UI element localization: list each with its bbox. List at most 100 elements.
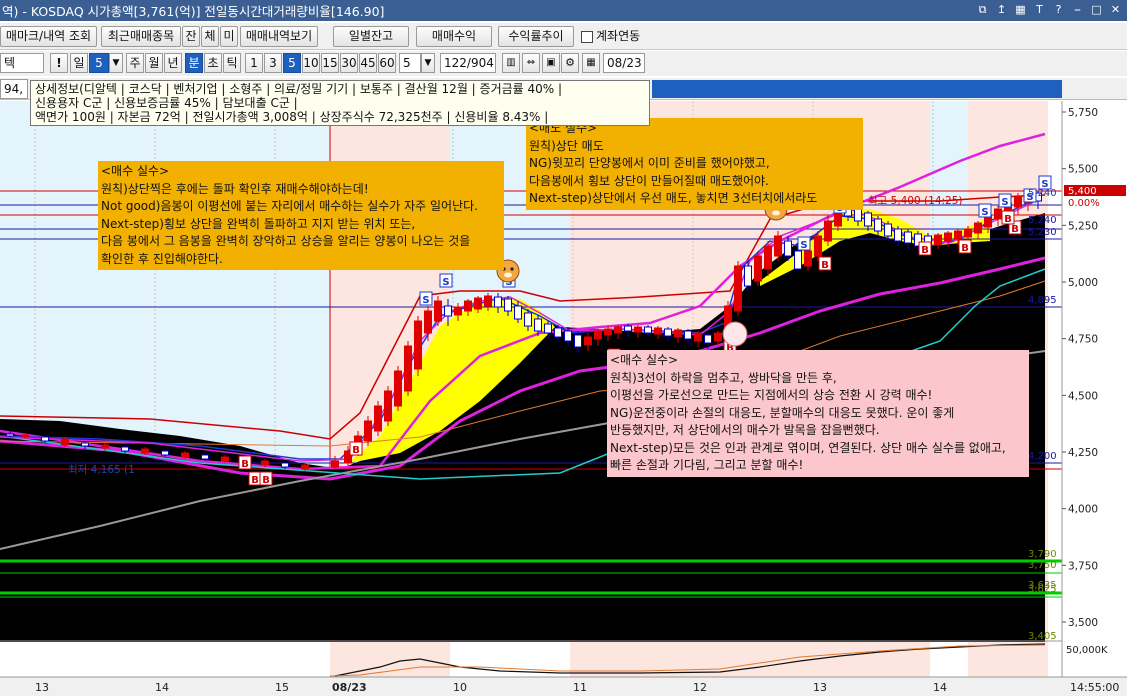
period-second-button[interactable]: 초 [204, 53, 222, 73]
minute-30-button[interactable]: 30 [340, 53, 358, 73]
return-trend-button[interactable]: 수익률추이 [498, 26, 574, 47]
period-dropdown-icon[interactable]: ▼ [109, 53, 123, 73]
balance-button[interactable]: 잔 [182, 26, 200, 47]
candle-body [704, 334, 712, 344]
code-field[interactable]: 94, [0, 79, 28, 99]
calendar-icon[interactable]: ▦ [582, 53, 600, 73]
candle-body [101, 444, 109, 449]
symbol-input[interactable]: 텍 [0, 53, 44, 73]
layout-icon[interactable]: ▦ [1013, 2, 1028, 17]
trade-profit-button[interactable]: 매매수익 [416, 26, 492, 47]
minute-60-button[interactable]: 60 [378, 53, 396, 73]
price-tag: 5,400 [1068, 186, 1097, 197]
window-controls: ⧉ ↥ ▦ T ? ⎯ □ ✕ [975, 2, 1123, 17]
candle-body [141, 448, 149, 454]
candle-body [734, 265, 742, 312]
count-input[interactable]: 5 [399, 53, 421, 73]
period-day-button[interactable]: 일 [70, 53, 88, 73]
volume-zone [330, 642, 450, 677]
x-tick-label: 12 [693, 681, 707, 694]
candle-body [514, 305, 522, 320]
y-tick-label: 5,000 [1068, 277, 1098, 289]
recent-stocks-button[interactable]: 최근매매종목 [101, 26, 181, 47]
candle-body [814, 235, 822, 257]
period-week-button[interactable]: 주 [126, 53, 144, 73]
buy-mistake-note-1: <매수 실수> 원칙)상단찍은 후에는 돌파 확인후 재매수해야하는데! Not… [98, 161, 504, 270]
zoom-icon[interactable]: ⇔ [522, 53, 540, 73]
level-label: 4,200 [1028, 451, 1057, 462]
trade-history-button[interactable]: 매매내역보기 [240, 26, 318, 47]
x-tick-label: 11 [573, 681, 587, 694]
font-icon[interactable]: T [1032, 2, 1047, 17]
level-label: 3,405 [1028, 631, 1057, 642]
period-minute-button[interactable]: 분 [185, 53, 203, 73]
order-toolbar: 매마크/내역 조회 최근매매종목 잔 체 미 매매내역보기 일별잔고 매매수익 … [0, 23, 1127, 50]
candle-body [714, 332, 722, 342]
candle-body [364, 420, 372, 442]
minute-3-button[interactable]: 3 [264, 53, 282, 73]
trade-mark-query-button[interactable]: 매마크/내역 조회 [0, 26, 97, 47]
minute-15-button[interactable]: 15 [321, 53, 339, 73]
y-tick-label: 4,750 [1068, 334, 1098, 346]
period-value[interactable]: 5 [89, 53, 109, 73]
candle-body [804, 250, 812, 267]
bear-sticker-icon-snout [772, 210, 780, 216]
sell-marker-label: S [981, 207, 988, 218]
candle-body [414, 320, 422, 370]
minute-10-button[interactable]: 10 [302, 53, 320, 73]
y-tick-label: 4,500 [1068, 390, 1098, 402]
candle-body [654, 327, 662, 335]
window-title: 역) - KOSDAQ 시가총액[3,761(억)] 전일동시간대거래량비율[1… [2, 4, 385, 19]
sell-marker-label: S [442, 277, 449, 288]
save-icon[interactable]: ▣ [542, 53, 560, 73]
candle-body [301, 464, 309, 470]
candle-body [281, 462, 289, 468]
period-month-button[interactable]: 월 [145, 53, 163, 73]
time-axis [0, 677, 1127, 696]
period-year-button[interactable]: 년 [164, 53, 182, 73]
level-label: 5,230 [1028, 227, 1057, 238]
maximize-icon[interactable]: □ [1089, 2, 1104, 17]
minute-45-button[interactable]: 45 [359, 53, 377, 73]
pin-icon[interactable]: ↥ [994, 2, 1009, 17]
note-line: Next-step)횡보 상단을 완벽히 돌파하고 지지 받는 위치 또는, [101, 216, 416, 231]
close-icon[interactable]: ✕ [1108, 2, 1123, 17]
filled-button[interactable]: 체 [201, 26, 219, 47]
date-input[interactable]: 08/23 [603, 53, 645, 73]
settings-icon[interactable]: ⚙ [561, 53, 579, 73]
candle-body [664, 328, 672, 337]
volume-scale-label: 50,000K [1066, 645, 1108, 656]
candle-body [494, 296, 502, 308]
chart-toolbar: 텍 ! 일 5 ▼ 주 월 년 분 초 틱 1 3 5 10 15 30 45 … [0, 51, 1127, 76]
candle-body [954, 230, 962, 240]
candle-body [524, 312, 532, 327]
candle-body [374, 405, 382, 432]
candle-body [694, 332, 702, 342]
note-line: 이평선을 가로선으로 만드는 지점에서의 상승 전환 시 강력 매수! [610, 388, 933, 402]
bear-sticker-icon-eye [510, 267, 514, 271]
level-label: 3,790 [1028, 549, 1057, 560]
help-icon[interactable]: ? [1051, 2, 1066, 17]
candle-body [404, 345, 412, 392]
unfilled-button[interactable]: 미 [220, 26, 238, 47]
y-tick-label: 3,500 [1068, 617, 1098, 629]
y-tick-label: 5,500 [1068, 164, 1098, 176]
candle-body [464, 300, 472, 312]
sell-marker-label: S [800, 240, 807, 251]
candle-body [674, 329, 682, 338]
candle-body [221, 456, 229, 462]
daily-balance-button[interactable]: 일별잔고 [333, 26, 409, 47]
chart-type-icon[interactable]: ▥ [502, 53, 520, 73]
x-tick-label: 13 [813, 681, 827, 694]
buy-marker-label: B [262, 475, 270, 486]
count-dropdown-icon[interactable]: ▼ [421, 53, 435, 73]
minute-5-button[interactable]: 5 [283, 53, 301, 73]
minimize-icon[interactable]: ⎯ [1070, 2, 1085, 17]
restore-icon[interactable]: ⧉ [975, 2, 990, 17]
note-line: Next-step)상단에서 우선 매도, 놓치면 3선터치에서라도 [529, 191, 818, 205]
x-tick-label: 08/23 [332, 681, 367, 694]
alert-button[interactable]: ! [50, 53, 68, 73]
minute-1-button[interactable]: 1 [245, 53, 263, 73]
period-tick-button[interactable]: 틱 [223, 53, 241, 73]
account-link-checkbox[interactable] [581, 31, 593, 43]
